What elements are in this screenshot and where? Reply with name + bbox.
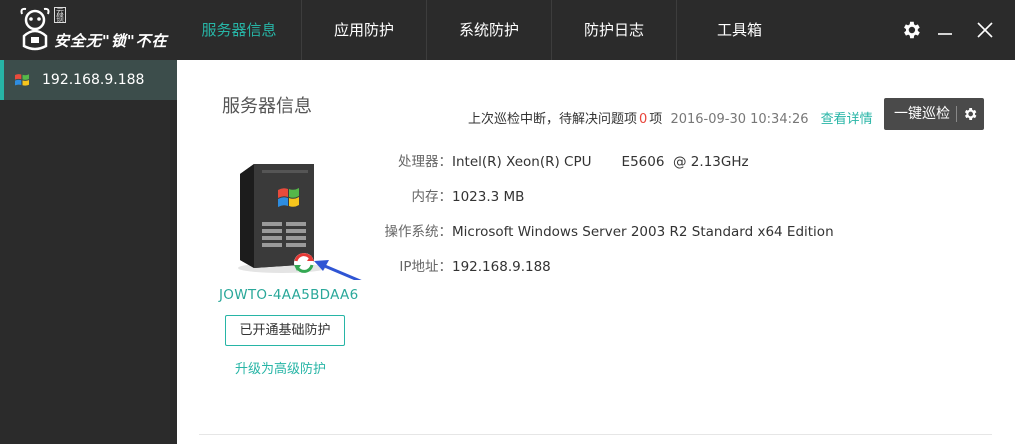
tab-system-protection[interactable]: 系统防护	[427, 0, 552, 60]
windows-icon	[15, 74, 29, 86]
tab-toolbox[interactable]: 工具箱	[677, 0, 802, 60]
host-sidebar: 192.168.9.188	[0, 60, 177, 444]
gear-icon	[904, 21, 920, 39]
issue-count: 0	[639, 112, 648, 127]
tab-protection-log[interactable]: 防护日志	[552, 0, 677, 60]
scan-time: 2016-09-30 10:34:26	[670, 112, 809, 127]
minimize-icon	[938, 33, 952, 35]
scan-status: 上次巡检中断，待解决问题项 0 项 2016-09-30 10:34:26 查看详情	[468, 108, 873, 127]
info-row-memory: 内存：1023.3 MB	[362, 185, 525, 205]
info-key: 操作系统：	[384, 224, 453, 240]
sidebar-item-host[interactable]: 192.168.9.188	[0, 60, 177, 100]
tab-server-info[interactable]: 服务器信息	[177, 0, 302, 60]
logo-stamp: 云锁	[54, 7, 66, 23]
basic-protection-button[interactable]: 已开通基础防护	[225, 315, 345, 346]
info-key: IP地址：	[399, 259, 452, 275]
view-details-link[interactable]: 查看详情	[821, 112, 873, 127]
one-click-scan-button[interactable]: 一键巡检	[884, 98, 984, 130]
close-button[interactable]	[967, 0, 1003, 60]
title-bar: 云锁 安全无"锁"不在 服务器信息 应用防护 系统防护 防护日志 工具箱	[0, 0, 1015, 60]
info-row-ip: IP地址：192.168.9.188	[362, 255, 551, 275]
logo-slogan: 安全无"锁"不在	[54, 32, 168, 50]
upgrade-protection-link[interactable]: 升级为高级防护	[235, 358, 326, 377]
page-title: 服务器信息	[222, 96, 312, 117]
info-value: Microsoft Windows Server 2003 R2 Standar…	[452, 224, 834, 240]
status-prefix: 上次巡检中断，待解决问题项	[468, 112, 638, 127]
status-suffix: 项	[649, 112, 663, 127]
scan-button-label: 一键巡检	[894, 106, 950, 122]
app-logo: 云锁 安全无"锁"不在	[0, 0, 177, 60]
main-panel: 服务器信息 上次巡检中断，待解决问题项 0 项 2016-09-30 10:34:2…	[177, 60, 1015, 444]
minimize-button[interactable]	[927, 0, 963, 60]
info-key: 内存：	[411, 189, 453, 205]
info-row-os: 操作系统：Microsoft Windows Server 2003 R2 St…	[362, 220, 834, 240]
main-nav: 服务器信息 应用防护 系统防护 防护日志 工具箱	[177, 0, 802, 60]
scan-button-divider	[956, 106, 957, 122]
close-icon	[977, 22, 993, 38]
section-divider	[199, 434, 992, 435]
host-name: JOWTO-4AA5BDAA6	[219, 287, 359, 303]
mascot-icon	[20, 7, 50, 51]
settings-button[interactable]	[893, 0, 929, 60]
server-icon	[238, 164, 362, 280]
gear-icon[interactable]	[962, 106, 978, 122]
info-value: Intel(R) Xeon(R) CPU E5606 @ 2.13GHz	[452, 154, 749, 170]
tab-app-protection[interactable]: 应用防护	[302, 0, 427, 60]
info-row-cpu: 处理器：Intel(R) Xeon(R) CPU E5606 @ 2.13GHz	[362, 150, 749, 170]
info-value: 1023.3 MB	[452, 189, 525, 205]
info-key: 处理器：	[398, 154, 452, 170]
info-value: 192.168.9.188	[452, 259, 551, 275]
host-ip-label: 192.168.9.188	[42, 72, 145, 88]
